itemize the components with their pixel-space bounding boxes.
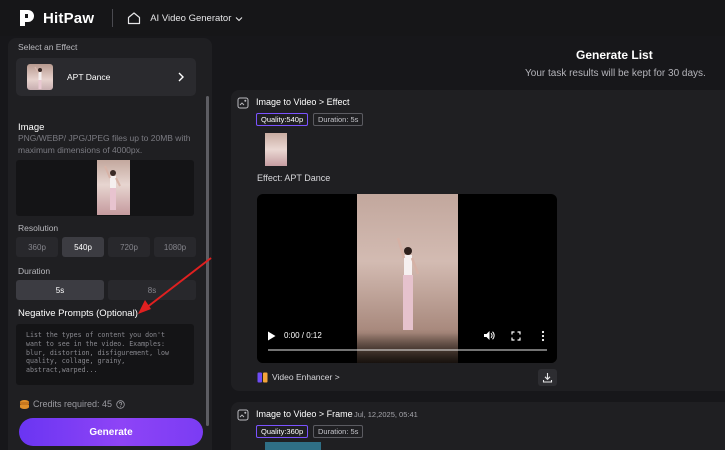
breadcrumb-ai-video-generator[interactable]: AI Video Generator (150, 13, 231, 24)
help-icon[interactable] (116, 399, 125, 409)
duration-tag: Duration: 5s (313, 113, 364, 126)
quality-tag: Quality:360p (256, 425, 309, 438)
video-progress-bar[interactable] (268, 349, 547, 351)
task-title: Image to Video > Effect (256, 97, 350, 107)
resolution-360p-button[interactable]: 360p (16, 237, 58, 257)
duration-5s-button[interactable]: 5s (16, 280, 104, 300)
volume-icon[interactable] (483, 330, 495, 341)
effect-selector[interactable]: APT Dance (16, 58, 196, 96)
generate-button[interactable]: Generate (19, 418, 203, 446)
logo-text[interactable]: HitPaw (43, 10, 94, 27)
negative-prompts-label: Negative Prompts (Optional) (18, 308, 138, 319)
dancer-figure (34, 66, 42, 89)
image-upload-area[interactable] (16, 160, 194, 216)
resolution-720p-button[interactable]: 720p (108, 237, 150, 257)
video-time: 0:00 / 0:12 (284, 331, 322, 340)
resolution-1080p-button[interactable]: 1080p (154, 237, 196, 257)
more-icon[interactable] (541, 330, 545, 342)
effect-label: Effect: APT Dance (257, 173, 331, 183)
resolution-label: Resolution (18, 223, 59, 233)
task-date: Jul, 12,2025, 05:41 (354, 410, 418, 419)
effect-name: APT Dance (67, 72, 111, 82)
generate-list-subtitle: Your task results will be kept for 30 da… (525, 68, 706, 79)
image-upload-hint: PNG/WEBP/ JPG/JPEG files up to 20MB with… (18, 133, 191, 155)
dancer-figure (104, 165, 121, 210)
chevron-down-icon[interactable] (235, 15, 243, 23)
video-enhancer-icon (257, 372, 268, 383)
video-player[interactable]: 0:00 / 0:12 (257, 194, 557, 363)
credits-text: Credits required: 45 (33, 399, 113, 409)
task-type-icon (237, 97, 249, 109)
download-button[interactable] (538, 369, 557, 386)
home-icon[interactable] (127, 11, 141, 25)
left-panel-scrollbar[interactable] (206, 96, 209, 426)
chevron-right-icon (178, 72, 184, 82)
credits-required: Credits required: 45 (19, 398, 125, 410)
play-icon[interactable] (267, 331, 276, 341)
top-bar: HitPaw AI Video Generator (0, 0, 725, 36)
duration-label: Duration (18, 266, 51, 276)
source-image-thumbnail[interactable] (265, 442, 321, 450)
header-divider (112, 9, 114, 27)
download-icon (542, 373, 553, 383)
negative-prompts-input[interactable]: List the types of content you don't want… (16, 324, 194, 385)
fullscreen-icon[interactable] (511, 331, 521, 341)
quality-tag: Quality:540p (256, 113, 309, 126)
duration-tag: Duration: 5s (313, 425, 364, 438)
duration-8s-button[interactable]: 8s (108, 280, 196, 300)
resolution-540p-button[interactable]: 540p (62, 237, 104, 257)
task-title: Image to Video > Frame (256, 409, 353, 419)
logo-icon[interactable] (16, 8, 36, 28)
resolution-options: 360p 540p 720p 1080p (16, 237, 196, 257)
coin-icon (20, 399, 29, 409)
source-image-thumbnail[interactable] (265, 133, 287, 166)
generate-list-title: Generate List (576, 48, 653, 62)
video-enhancer-link[interactable]: Video Enhancer > (272, 372, 340, 382)
effect-settings-panel: Select an Effect APT Dance Image PNG/WEB… (8, 38, 212, 450)
effect-thumbnail (27, 64, 53, 90)
duration-options: 5s 8s (16, 280, 196, 300)
uploaded-image (97, 160, 130, 215)
task-type-icon (237, 409, 249, 421)
dancer-figure (396, 237, 420, 330)
select-effect-label: Select an Effect (18, 42, 78, 52)
